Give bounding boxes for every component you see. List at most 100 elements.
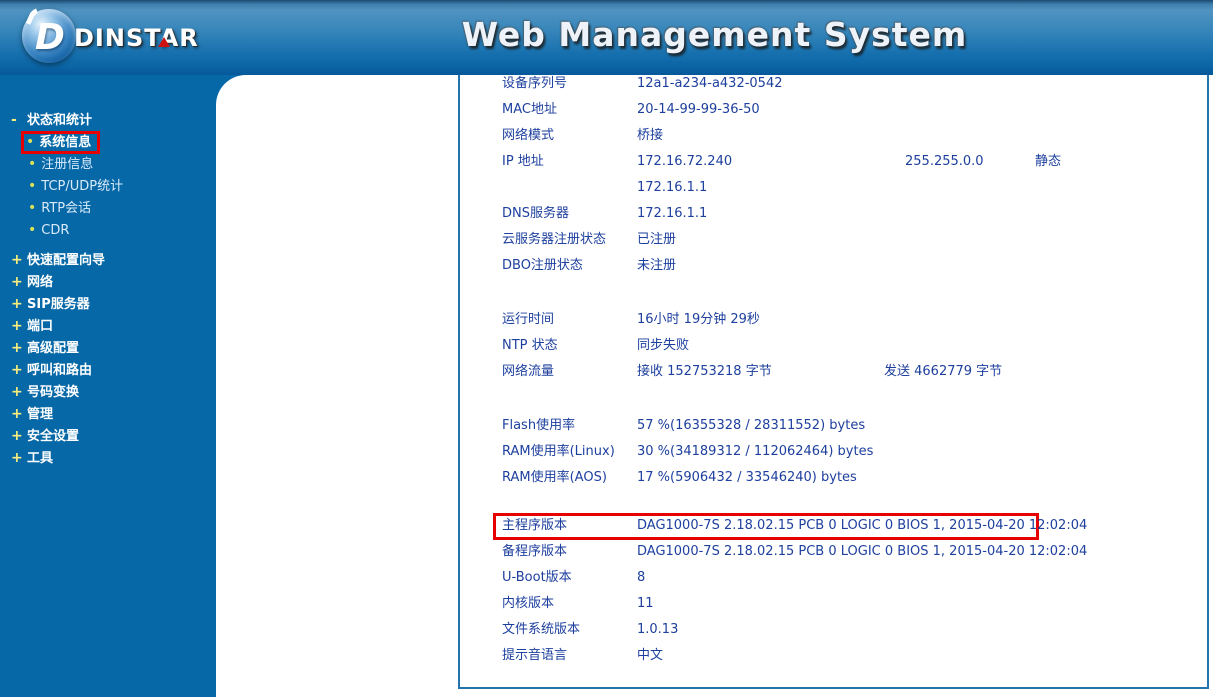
info-row: 运行时间 16小时 19分钟 29秒 [460, 307, 1207, 333]
expand-icon: + [11, 428, 23, 444]
info-label: U-Boot版本 [502, 570, 572, 585]
info-label: NTP 状态 [502, 338, 558, 353]
info-value: 12a1-a234-a432-0542 [637, 76, 783, 91]
sidebar-item[interactable]: + 快速配置向导 [0, 249, 216, 271]
sidebar-subitem[interactable]: • 系统信息 [0, 131, 216, 154]
sidebar-item-label: SIP服务器 [27, 297, 90, 312]
info-value: 172.16.1.1 [637, 206, 708, 221]
sidebar-subitem[interactable]: • TCP/UDP统计 [0, 175, 216, 197]
info-row: 文件系统版本 1.0.13 [460, 617, 1207, 643]
info-row: RAM使用率(AOS) 17 %(5906432 / 33546240) byte… [460, 465, 1207, 491]
info-row: RAM使用率(Linux) 30 %(34189312 / 112062464) … [460, 439, 1207, 465]
bullet-icon: • [28, 222, 37, 238]
system-info-rows: 设备序列号 12a1-a234-a432-0542 MAC地址 20-14-99-99… [460, 71, 1207, 669]
expand-icon: + [11, 384, 23, 400]
sidebar-subitem-inner: • 注册信息 [26, 153, 98, 176]
info-row: 网络模式 桥接 [460, 123, 1207, 149]
info-row: NTP 状态 同步失败 [460, 333, 1207, 359]
info-value: 接收 152753218 字节 [637, 364, 772, 379]
expand-icon: + [11, 318, 23, 334]
sidebar-item[interactable]: + 呼叫和路由 [0, 359, 216, 381]
sidebar-item[interactable]: + 工具 [0, 447, 216, 469]
info-label: Flash使用率 [502, 418, 576, 433]
info-label: 云服务器注册状态 [502, 232, 607, 247]
expand-icon: + [11, 406, 23, 422]
sidebar-item[interactable]: + 端口 [0, 315, 216, 337]
info-row: 内核版本 11 [460, 591, 1207, 617]
info-value: DAG1000-7S 2.18.02.15 PCB 0 LOGIC 0 BIOS… [637, 518, 1088, 533]
info-row: 网络流量 接收 152753218 字节 发送 4662779 字节 [460, 359, 1207, 385]
info-row: DBO注册状态 未注册 [460, 253, 1207, 279]
expand-icon: + [11, 362, 23, 378]
sidebar-subitem-label: 系统信息 [39, 135, 92, 150]
sidebar-item[interactable]: + 安全设置 [0, 425, 216, 447]
info-value: 30 %(34189312 / 112062464) bytes [637, 444, 874, 459]
sidebar-item-label: 呼叫和路由 [27, 363, 93, 378]
info-label: RAM使用率(Linux) [502, 444, 615, 459]
sidebar-item[interactable]: + 管理 [0, 403, 216, 425]
info-row: Flash使用率 57 %(16355328 / 28311552) bytes [460, 413, 1207, 439]
info-label: DBO注册状态 [502, 258, 583, 273]
sidebar-subitem-label: RTP会话 [41, 201, 92, 216]
info-label: 提示音语言 [502, 648, 568, 663]
expand-icon: + [11, 274, 23, 290]
info-row: DNS服务器 172.16.1.1 [460, 201, 1207, 227]
content: 设备序列号 12a1-a234-a432-0542 MAC地址 20-14-99-99… [216, 75, 1213, 697]
info-value-2: 255.255.0.0 [905, 154, 984, 169]
sidebar-subitem[interactable]: • CDR [0, 219, 216, 241]
info-label: 设备序列号 [502, 76, 568, 91]
info-row: 备程序版本 DAG1000-7S 2.18.02.15 PCB 0 LOGIC 0… [460, 539, 1207, 565]
collapse-icon: - [11, 112, 17, 128]
info-label: 文件系统版本 [502, 622, 581, 637]
info-value: 20-14-99-99-36-50 [637, 102, 760, 117]
info-value: 桥接 [637, 128, 664, 143]
info-value-3: 静态 [1035, 154, 1062, 169]
sidebar-subitem-label: TCP/UDP统计 [41, 179, 124, 194]
expand-icon: + [11, 252, 23, 268]
sidebar-subitem-inner: • 系统信息 [21, 131, 101, 154]
info-value: 172.16.1.1 [637, 180, 708, 195]
info-value: 17 %(5906432 / 33546240) bytes [637, 470, 857, 485]
info-value: 中文 [637, 648, 664, 663]
sidebar-item-label: 号码变换 [27, 385, 80, 400]
info-value: 57 %(16355328 / 28311552) bytes [637, 418, 866, 433]
sidebar-item[interactable]: + 号码变换 [0, 381, 216, 403]
sidebar-item-label: 工具 [27, 451, 54, 466]
brand-text: DINSTAR [74, 24, 199, 52]
sidebar: - 状态和统计 • 系统信息 • 注册信息 • TCP/UDP统计 • RTP会话 • CDR + 快速配… [0, 75, 216, 697]
info-label: DNS服务器 [502, 206, 569, 221]
sidebar-subitem[interactable]: • 注册信息 [0, 153, 216, 175]
info-value-2: 发送 4662779 字节 [884, 364, 1003, 379]
content-wrap: 设备序列号 12a1-a234-a432-0542 MAC地址 20-14-99-99… [216, 75, 1213, 697]
bullet-icon: • [28, 156, 37, 172]
bullet-icon: • [26, 134, 35, 150]
sidebar-item[interactable]: + 高级配置 [0, 337, 216, 359]
info-label: 主程序版本 [502, 518, 568, 533]
expand-icon: + [11, 296, 23, 312]
sidebar-item[interactable]: + 网络 [0, 271, 216, 293]
sidebar-item-label: 高级配置 [27, 341, 80, 356]
system-info-panel: 设备序列号 12a1-a234-a432-0542 MAC地址 20-14-99-99… [458, 75, 1209, 689]
info-value: 未注册 [637, 258, 677, 273]
info-label: 网络流量 [502, 364, 555, 379]
info-label: MAC地址 [502, 102, 557, 117]
info-row: 提示音语言 中文 [460, 643, 1207, 669]
info-value: 16小时 19分钟 29秒 [637, 312, 760, 327]
sidebar-item-label: 端口 [27, 319, 54, 334]
sidebar-item-label: 安全设置 [27, 429, 80, 444]
info-label: RAM使用率(AOS) [502, 470, 607, 485]
sidebar-subitem[interactable]: • RTP会话 [0, 197, 216, 219]
info-value: 同步失败 [637, 338, 690, 353]
info-label: 备程序版本 [502, 544, 568, 559]
info-row: IP 地址 172.16.72.240 255.255.0.0 静态 [460, 149, 1207, 175]
info-row: 云服务器注册状态 已注册 [460, 227, 1207, 253]
sidebar-item-label: 管理 [27, 407, 54, 422]
sidebar-item[interactable]: + SIP服务器 [0, 293, 216, 315]
logo-d-icon: D [35, 17, 65, 58]
info-row: 172.16.1.1 [460, 175, 1207, 201]
sidebar-menu: - 状态和统计 • 系统信息 • 注册信息 • TCP/UDP统计 • RTP会话 • CDR + 快速配… [0, 109, 216, 469]
info-section: 设备序列号 12a1-a234-a432-0542 MAC地址 20-14-99-99… [460, 71, 1207, 279]
sidebar-item-label: 状态和统计 [27, 113, 93, 128]
brand-triangle-icon [158, 37, 170, 47]
sidebar-item[interactable]: - 状态和统计 [0, 109, 216, 131]
